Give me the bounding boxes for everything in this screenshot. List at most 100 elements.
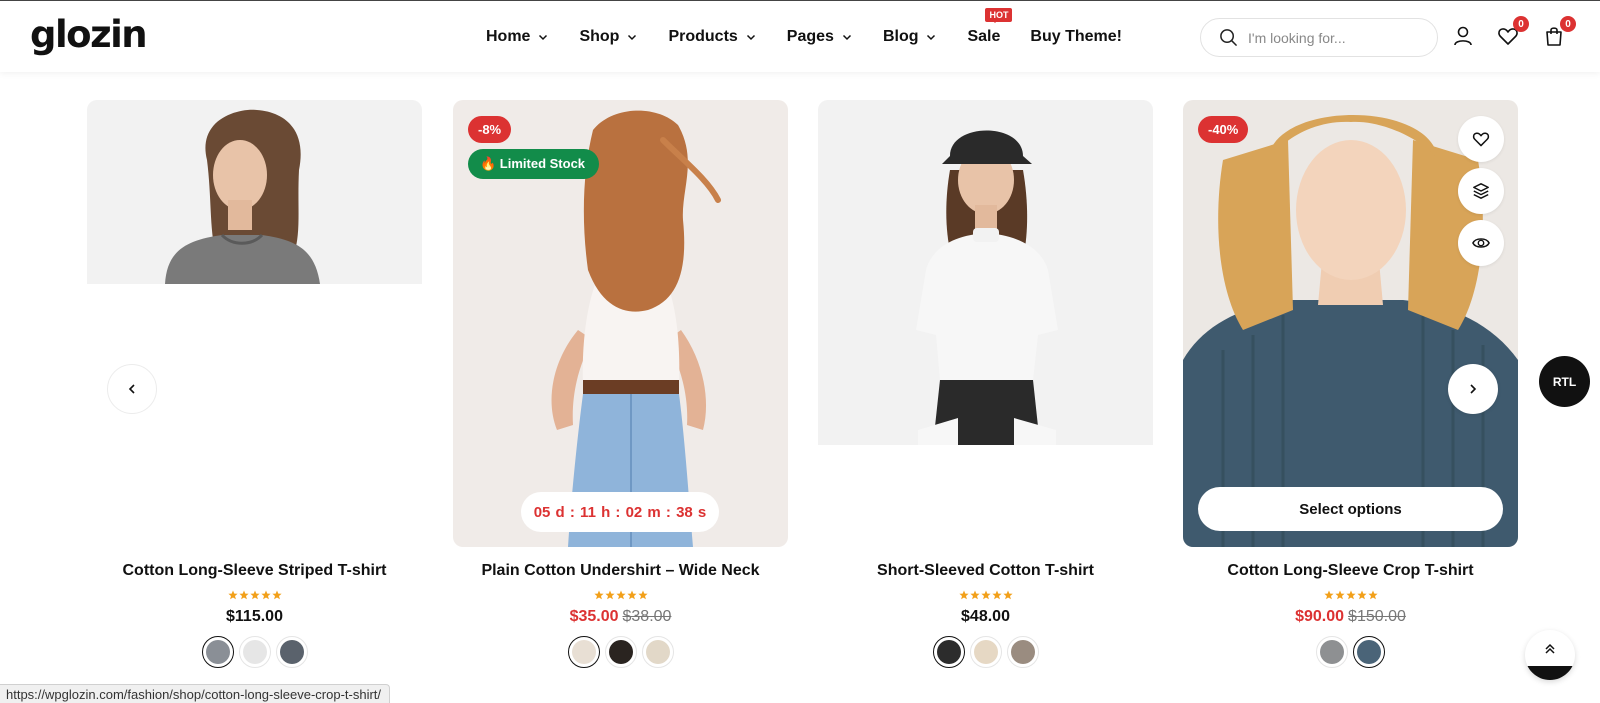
- status-bar-url: https://wpglozin.com/fashion/shop/cotton…: [0, 684, 391, 703]
- star-icon: [1367, 590, 1378, 600]
- sale-price: $90.00: [1295, 608, 1345, 625]
- product-image[interactable]: -8% 🔥 Limited Stock 05 d : 11 h : 02 m :…: [453, 100, 788, 547]
- nav-item-buy-theme[interactable]: Buy Theme!: [1030, 28, 1122, 46]
- color-swatch[interactable]: [275, 636, 308, 668]
- quick-view-button[interactable]: [1458, 220, 1504, 266]
- search-input[interactable]: [1248, 29, 1423, 46]
- star-icon: [626, 590, 637, 600]
- product-title[interactable]: Plain Cotton Undershirt – Wide Neck: [453, 562, 788, 580]
- star-icon: [1345, 590, 1356, 600]
- star-icon: [227, 590, 238, 600]
- swatch-color: [608, 640, 633, 664]
- color-swatch[interactable]: [969, 636, 1002, 668]
- color-swatches: [1183, 636, 1518, 668]
- nav-item-home[interactable]: Home: [486, 28, 549, 46]
- rating-stars: [453, 590, 788, 600]
- hot-badge: HOT: [985, 8, 1013, 23]
- regular-price: $48.00: [961, 608, 1010, 625]
- product-title[interactable]: Cotton Long-Sleeve Striped T-shirt: [87, 562, 422, 580]
- color-swatches: [453, 636, 788, 668]
- color-swatch[interactable]: [1316, 636, 1348, 668]
- product-actions: [1458, 116, 1504, 266]
- product-title[interactable]: Cotton Long-Sleeve Crop T-shirt: [1183, 562, 1518, 580]
- search-icon: [1220, 29, 1237, 46]
- color-swatch[interactable]: [641, 636, 674, 668]
- product-image[interactable]: [87, 100, 422, 547]
- nav-label: Blog: [882, 28, 919, 45]
- star-icon: [604, 590, 615, 600]
- nav-label: Home: [486, 28, 531, 45]
- chevron-left-icon: [128, 384, 135, 394]
- rating-stars: [1183, 590, 1518, 600]
- nav-label: Pages: [786, 28, 834, 45]
- product-image[interactable]: -40% Select options: [1183, 100, 1518, 547]
- add-to-wishlist-button[interactable]: [1458, 116, 1504, 162]
- site-logo[interactable]: glozin: [30, 13, 148, 56]
- color-swatch[interactable]: [238, 636, 271, 668]
- nav-item-sale[interactable]: Sale HOT: [967, 8, 1013, 46]
- star-icon: [1334, 590, 1345, 600]
- old-price: $38.00: [622, 608, 672, 625]
- color-swatch[interactable]: [201, 636, 234, 668]
- cart-button[interactable]: 0: [1544, 16, 1576, 47]
- carousel-prev-button[interactable]: [107, 364, 157, 414]
- star-icon: [593, 590, 604, 600]
- product-image[interactable]: [818, 100, 1153, 547]
- double-chevron-up-icon: [1545, 643, 1555, 654]
- nav-item-blog[interactable]: Blog: [883, 28, 938, 46]
- account-button[interactable]: [1452, 25, 1474, 47]
- carousel-next-button[interactable]: [1448, 364, 1498, 414]
- discount-badge: -8%: [468, 116, 512, 143]
- rtl-toggle-button[interactable]: RTL: [1539, 356, 1590, 407]
- product-title[interactable]: Short-Sleeved Cotton T-shirt: [818, 562, 1153, 580]
- product-photo: [818, 100, 1153, 445]
- compare-button[interactable]: [1458, 168, 1504, 214]
- color-swatch[interactable]: [1006, 636, 1039, 668]
- countdown-timer: 05 d : 11 h : 02 m : 38 s: [521, 492, 719, 532]
- search-box[interactable]: [1200, 18, 1438, 57]
- product-card[interactable]: Short-Sleeved Cotton T-shirt $48.00: [818, 100, 1153, 668]
- layers-icon: [1473, 183, 1489, 200]
- star-icon: [958, 590, 969, 600]
- site-header: glozin Home Shop Products Pages Blog Sal…: [0, 0, 1600, 72]
- star-icon: [969, 590, 980, 600]
- product-card[interactable]: -8% 🔥 Limited Stock 05 d : 11 h : 02 m :…: [453, 100, 788, 668]
- discount-badge: -40%: [1198, 116, 1249, 143]
- color-swatch[interactable]: [1353, 636, 1385, 668]
- swatch-color: [1357, 640, 1381, 664]
- star-icon: [249, 590, 260, 600]
- color-swatch[interactable]: [567, 636, 600, 668]
- swatch-color: [242, 640, 267, 664]
- wishlist-button[interactable]: 0: [1497, 16, 1529, 47]
- color-swatches: [87, 636, 422, 668]
- chevron-down-icon: [539, 34, 548, 41]
- back-to-top-button[interactable]: [1525, 630, 1575, 680]
- product-price: $90.00 $150.00: [1183, 608, 1518, 626]
- nav-label: Shop: [579, 28, 620, 45]
- chevron-down-icon: [927, 34, 936, 41]
- color-swatch[interactable]: [932, 636, 965, 668]
- color-swatch[interactable]: [604, 636, 637, 668]
- swatch-color: [1010, 640, 1035, 664]
- product-photo: [87, 100, 422, 284]
- limited-stock-badge: 🔥 Limited Stock: [468, 149, 600, 179]
- star-icon: [615, 590, 626, 600]
- nav-item-pages[interactable]: Pages: [787, 28, 853, 46]
- star-icon: [980, 590, 991, 600]
- swatch-color: [205, 640, 230, 664]
- star-icon: [1323, 590, 1334, 600]
- star-icon: [1002, 590, 1013, 600]
- select-options-button[interactable]: Select options: [1198, 487, 1503, 531]
- rating-stars: [818, 590, 1153, 600]
- nav-item-products[interactable]: Products: [668, 28, 756, 46]
- swatch-color: [1320, 640, 1344, 664]
- swatch-color: [645, 640, 670, 664]
- old-price: $150.00: [1348, 608, 1406, 625]
- heart-icon: [1472, 132, 1490, 147]
- nav-label: Products: [668, 28, 738, 45]
- nav-label: Sale: [967, 28, 1001, 45]
- main-nav: Home Shop Products Pages Blog Sale HOT B…: [486, 1, 1152, 73]
- wishlist-count-badge: 0: [1513, 16, 1529, 32]
- swatch-color: [973, 640, 998, 664]
- nav-item-shop[interactable]: Shop: [579, 28, 638, 46]
